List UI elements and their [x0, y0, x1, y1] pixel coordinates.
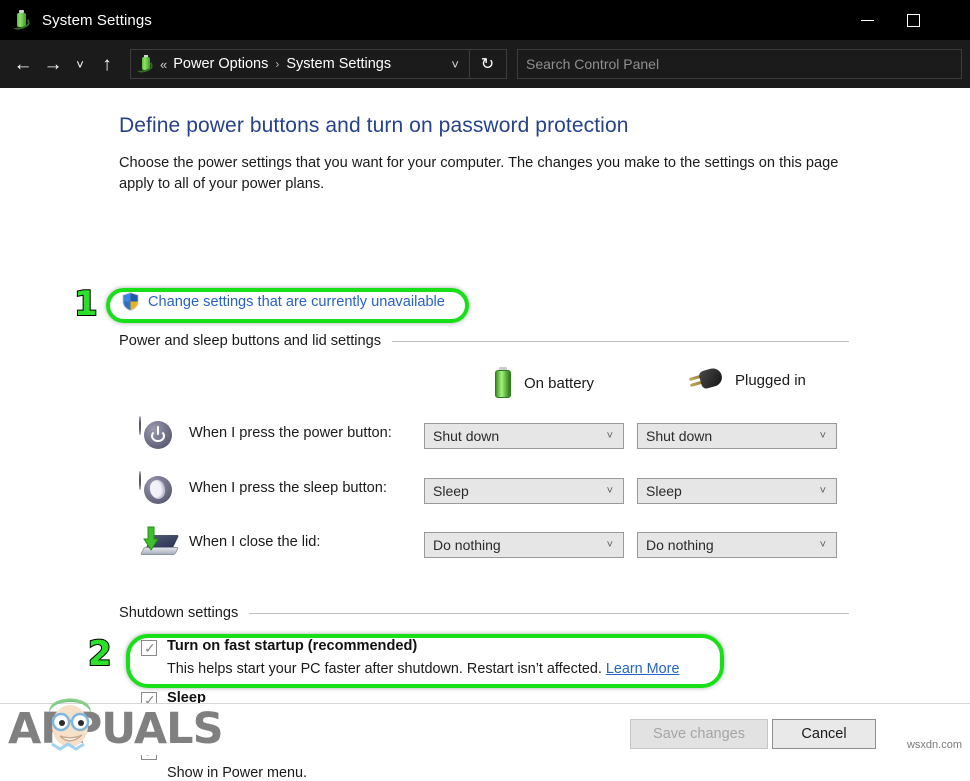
appuals-mascot-icon: [38, 686, 102, 752]
chevron-down-icon: ˅: [607, 431, 613, 442]
page-description: Choose the power settings that you want …: [119, 153, 849, 195]
fast-startup-description: This helps start your PC faster after sh…: [167, 661, 679, 677]
section-divider: [392, 341, 849, 342]
combo-close-lid-on-battery[interactable]: Do nothing ˅: [424, 532, 624, 558]
chevron-down-icon: ˅: [607, 486, 613, 497]
combo-value: Do nothing: [646, 537, 714, 553]
maximize-button[interactable]: [890, 0, 936, 40]
page-content: Define power buttons and turn on passwor…: [0, 88, 970, 703]
description-text: This helps start your PC faster after sh…: [167, 661, 602, 677]
combo-close-lid-plugged-in[interactable]: Do nothing ˅: [637, 532, 837, 558]
power-options-battery-icon: [12, 10, 32, 30]
battery-icon: [493, 367, 513, 399]
setting-label: When I press the sleep button:: [189, 480, 387, 496]
minimize-button[interactable]: [844, 0, 890, 40]
section-label: Shutdown settings: [119, 605, 238, 621]
window-title: System Settings: [42, 12, 152, 29]
save-changes-button[interactable]: Save changes: [630, 719, 768, 749]
address-bar-chevron-down-icon[interactable]: ˅: [443, 57, 467, 72]
address-bar[interactable]: « Power Options › System Settings ˅: [130, 49, 470, 79]
window-titlebar: System Settings: [0, 0, 970, 40]
column-header-on-battery: On battery: [493, 367, 594, 399]
section-divider: [249, 613, 849, 614]
cancel-button[interactable]: Cancel: [772, 719, 876, 749]
refresh-button[interactable]: ↻: [469, 49, 507, 79]
power-button-icon: [139, 417, 177, 455]
column-label: On battery: [524, 375, 594, 392]
column-header-plugged-in: Plugged in: [688, 367, 806, 393]
combo-sleep-button-plugged-in[interactable]: Sleep ˅: [637, 478, 837, 504]
fast-startup-label: Turn on fast startup (recommended): [167, 638, 417, 654]
laptop-lid-icon: [139, 526, 177, 564]
section-header-shutdown-settings: Shutdown settings: [119, 605, 849, 621]
chevron-down-icon: ˅: [820, 486, 826, 497]
checkmark-icon: ✓: [144, 640, 156, 656]
watermark: wsxdn.com: [907, 739, 962, 751]
combo-value: Sleep: [433, 483, 469, 499]
maximize-icon: [907, 14, 920, 27]
learn-more-link[interactable]: Learn More: [606, 661, 680, 677]
annotation-number-2: 2: [88, 637, 112, 671]
appuals-logo: APPUALS: [8, 700, 223, 755]
breadcrumb-separator-icon: ›: [275, 58, 279, 70]
search-placeholder: Search Control Panel: [526, 56, 659, 72]
chevron-down-icon: ˅: [820, 431, 826, 442]
annotation-number-1: 1: [74, 287, 98, 321]
breadcrumb-item-system-settings[interactable]: System Settings: [286, 56, 391, 72]
navigation-bar: ← → ˅ ↑ « Power Options › System Setting…: [0, 40, 970, 88]
combo-sleep-button-on-battery[interactable]: Sleep ˅: [424, 478, 624, 504]
sleep-button-icon: [139, 472, 177, 510]
combo-value: Shut down: [646, 428, 712, 444]
recent-locations-chevron-down-icon[interactable]: ˅: [68, 40, 92, 88]
hibernate-description: Show in Power menu.: [167, 765, 307, 781]
combo-power-button-plugged-in[interactable]: Shut down ˅: [637, 423, 837, 449]
refresh-icon: ↻: [481, 54, 494, 74]
breadcrumb-item-power-options[interactable]: Power Options: [173, 56, 268, 72]
page-title: Define power buttons and turn on passwor…: [119, 114, 629, 138]
fast-startup-checkbox[interactable]: ✓: [141, 640, 157, 656]
combo-value: Do nothing: [433, 537, 501, 553]
section-header-power-buttons: Power and sleep buttons and lid settings: [119, 333, 849, 349]
chevron-down-icon: ˅: [820, 540, 826, 551]
back-arrow-icon[interactable]: ←: [8, 40, 38, 88]
combo-value: Sleep: [646, 483, 682, 499]
up-arrow-icon[interactable]: ↑: [92, 40, 122, 88]
breadcrumb-overflow-icon[interactable]: «: [160, 57, 167, 72]
search-input[interactable]: Search Control Panel: [517, 49, 962, 79]
setting-label: When I press the power button:: [189, 425, 392, 441]
column-label: Plugged in: [735, 372, 806, 389]
annotation-highlight-1: [106, 288, 469, 323]
setting-label: When I close the lid:: [189, 534, 320, 550]
section-label: Power and sleep buttons and lid settings: [119, 333, 381, 349]
forward-arrow-icon[interactable]: →: [38, 40, 68, 88]
chevron-down-icon: ˅: [607, 540, 613, 551]
address-bar-battery-icon: [137, 55, 155, 73]
power-plug-icon: [688, 367, 724, 393]
combo-power-button-on-battery[interactable]: Shut down ˅: [424, 423, 624, 449]
minimize-icon: [861, 20, 874, 21]
combo-value: Shut down: [433, 428, 499, 444]
